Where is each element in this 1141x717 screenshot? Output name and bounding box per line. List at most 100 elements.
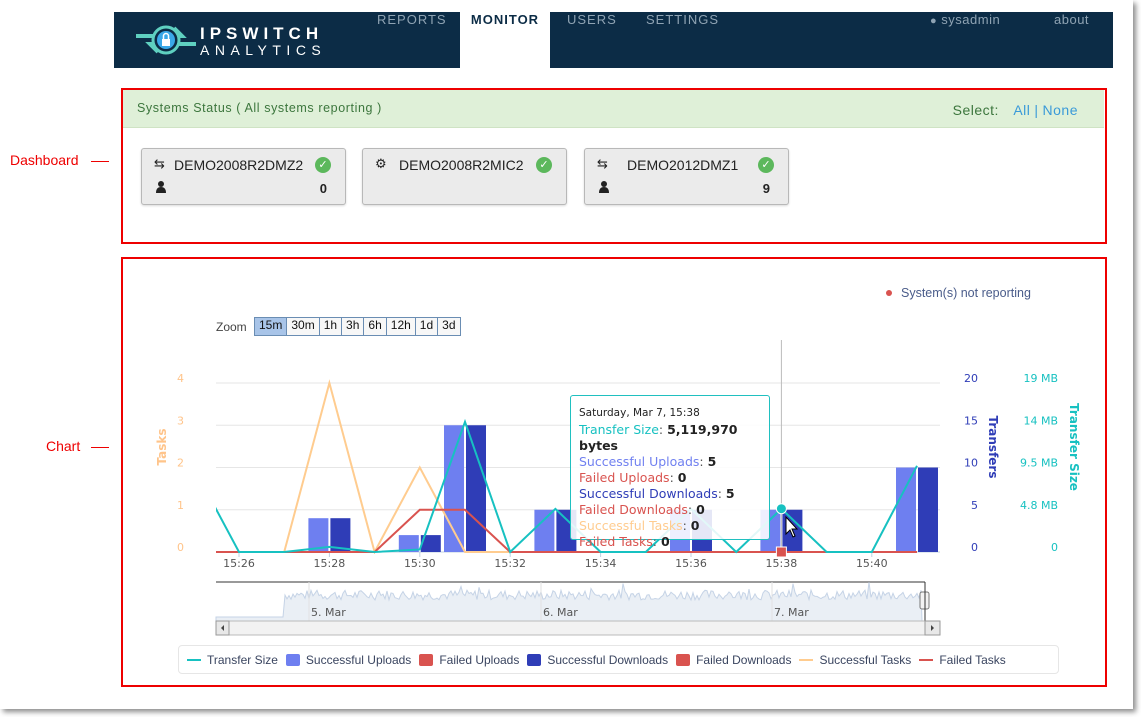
nav-monitor[interactable]: MONITOR [460,12,550,68]
zoom-3h-button[interactable]: 3h [342,318,365,335]
legend-item[interactable]: Failed Tasks [919,652,1006,667]
size-axis-title: Transfer Size [1067,403,1081,491]
zoom-30m-button[interactable]: 30m [287,318,320,335]
system-name: DEMO2008R2MIC2 [399,157,524,173]
status-ok-icon: ✓ [758,157,774,173]
x-tick-label: 15:34 [585,557,617,570]
zoom-buttons: 15m 30m 1h 3h 6h 12h 1d 3d [254,317,461,336]
transfer-arrows-icon: ⇆ [154,157,165,172]
hover-point-marker [775,503,787,515]
legend-item[interactable]: Transfer Size [187,653,278,667]
system-name: DEMO2012DMZ1 [627,157,739,173]
user-icon [599,181,609,193]
tooltip-value: 5 [707,454,717,469]
user-count: 9 [762,181,770,196]
annotation-dashboard: Dashboard [10,152,79,168]
legend-item[interactable]: Failed Uploads [419,653,519,667]
legend-marker [527,653,542,666]
legend-label: Successful Tasks [819,652,912,667]
nav-about[interactable]: about [1054,12,1089,68]
user-icon [156,181,166,193]
tooltip-row: Failed Uploads: 0 [579,470,687,485]
tooltip-label: Failed Uploads [579,470,670,485]
system-card[interactable]: ⇆ DEMO2008R2DMZ2 ✓ 0 [141,148,346,205]
transfers-tick-label: 15 [964,414,978,427]
x-tick-label: 15:32 [494,557,526,570]
navigator-date-label: 5. Mar [311,606,346,619]
legend-item[interactable]: Failed Downloads [676,653,791,667]
annotation-line [91,447,109,448]
legend-label: Failed Tasks [939,652,1006,667]
legend-marker [187,658,201,661]
nav-users[interactable]: USERS [567,12,617,68]
tooltip-row: Successful Tasks: 0 [579,518,700,533]
username: sysadmin [941,12,1001,27]
failed-tasks-line [216,508,917,553]
zoom-label: Zoom [216,320,247,334]
select-all-link[interactable]: All [1013,102,1030,118]
tooltip-value: 0 [690,518,700,533]
select-controls: Select: All | None [953,102,1082,118]
legend-marker [419,653,434,666]
legend-marker [676,653,691,666]
successful-uploads-bar [534,509,555,552]
nav-settings[interactable]: SETTINGS [646,12,719,68]
legend-item[interactable]: Successful Tasks [799,653,911,667]
tooltip-row: Transfer Size: 5,119,970 bytes [579,422,738,453]
transfers-tick-label: 5 [971,499,978,512]
lock-logo-icon [136,25,196,55]
zoom-3d-button[interactable]: 3d [438,318,460,335]
size-tick-label: 14 MB [1023,414,1058,427]
ipswitch-logo[interactable]: IPSWITCH ANALYTICS [134,22,324,58]
tasks-tick-label: 0 [177,541,184,554]
nav-reports[interactable]: REPORTS [377,12,447,68]
systems-status-title: Systems Status ( All systems reporting ) [137,101,382,115]
tooltip-value: 0 [660,534,670,549]
zoom-1h-button[interactable]: 1h [319,318,343,335]
legend-label: Failed Downloads [696,652,792,667]
status-ok-icon: ✓ [536,157,552,173]
systems-status-header: Systems Status ( All systems reporting )… [123,90,1104,128]
transfers-tick-label: 0 [971,541,978,554]
not-reporting-label: System(s) not reporting [901,286,1031,300]
nav-user-menu[interactable]: ● sysadmin [930,12,1000,68]
size-tick-label: 0 [1051,541,1058,554]
successful-downloads-bar [466,425,486,552]
gears-icon: ⚙ [375,157,387,172]
size-tick-label: 9.5 MB [1020,457,1058,470]
successful-uploads-bar [896,467,916,552]
legend-item[interactable]: Successful Downloads [527,653,668,667]
x-tick-label: 15:40 [856,557,888,570]
chart-legend: Transfer Size Successful Uploads Failed Up… [178,645,1059,674]
select-separator: | [1034,102,1039,118]
system-name: DEMO2008R2DMZ2 [174,157,304,173]
navigator-date-label: 7. Mar [774,606,809,619]
x-tick-label: 15:26 [223,557,255,570]
select-none-link[interactable]: None [1043,102,1078,118]
zoom-12h-button[interactable]: 12h [386,318,416,335]
tasks-axis-title: Tasks [155,428,169,465]
select-label: Select: [952,102,999,118]
annotation-chart: Chart [46,438,81,454]
tooltip-row: Successful Downloads: 5 [579,486,735,501]
navigator-date-label: 6. Mar [543,606,578,619]
system-card[interactable]: ⚙ DEMO2008R2MIC2 ✓ [362,148,567,205]
tooltip-label: Successful Tasks [579,518,683,533]
legend-label: Transfer Size [207,652,278,667]
tasks-tick-label: 1 [177,499,184,512]
system-card[interactable]: ⇆ DEMO2012DMZ1 ✓ 9 [584,148,789,205]
tooltip-label: Transfer Size [579,422,659,437]
legend-item[interactable]: Successful Uploads [285,653,411,667]
not-reporting-legend: System(s) not reporting [886,286,1031,300]
zoom-6h-button[interactable]: 6h [364,318,387,335]
zoom-15m-button[interactable]: 15m [255,318,288,335]
tooltip-date: Saturday, Mar 7, 15:38 [579,407,700,419]
transfers-tick-label: 10 [964,457,978,470]
red-dot-icon [886,290,892,296]
tooltip-label: Successful Uploads [579,454,700,469]
zoom-1d-button[interactable]: 1d [415,318,439,335]
tasks-tick-label: 4 [177,372,184,385]
navigator-scrollbar[interactable] [215,620,941,636]
tooltip-label: Successful Downloads [579,486,718,501]
size-tick-label: 19 MB [1023,372,1058,385]
